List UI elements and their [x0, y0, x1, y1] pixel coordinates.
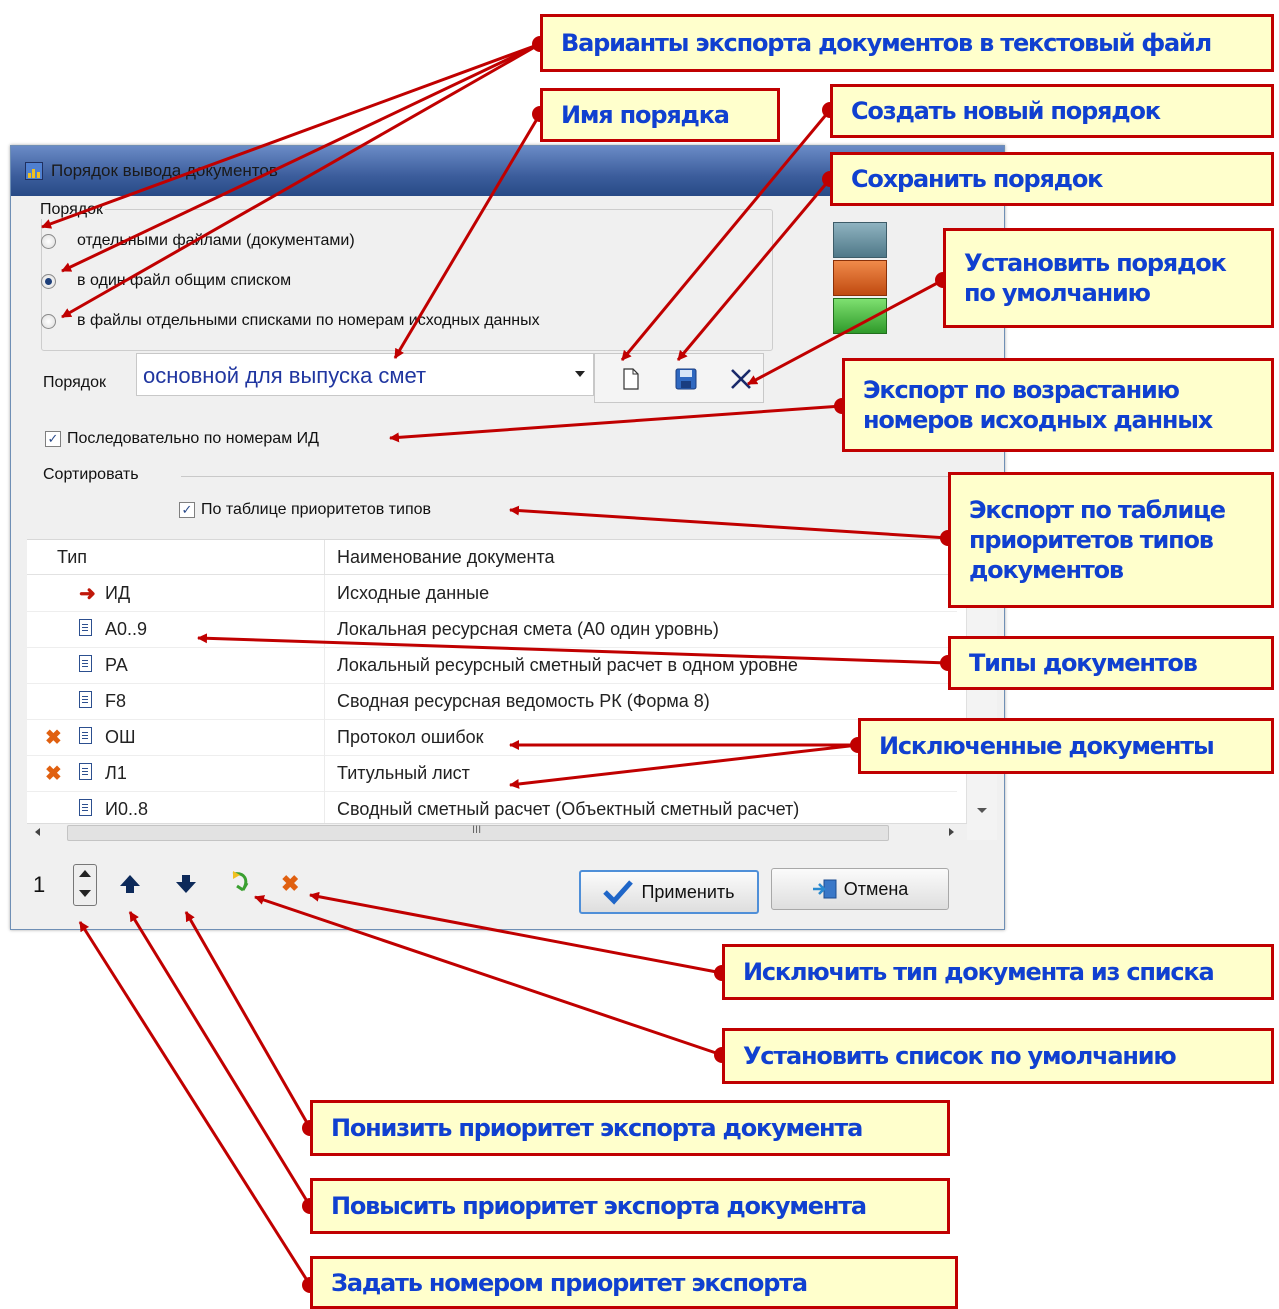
callout-text: Повысить приоритет экспорта документа [331, 1192, 867, 1220]
callout-text: Понизить приоритет экспорта документа [331, 1114, 863, 1142]
callout-export-ascending: Экспорт по возрастанию номеров исходных … [842, 358, 1274, 452]
callout-doc-types: Типы документов [948, 636, 1274, 690]
callout-exclude-type: Исключить тип документа из списка [722, 944, 1274, 1000]
callout-text: номеров исходных данных [863, 406, 1213, 434]
callout-default-order: Установить порядок по умолчанию [943, 228, 1274, 328]
callout-text: Имя порядка [561, 101, 730, 129]
callout-text: Установить порядок [964, 249, 1227, 277]
callout-order-name: Имя порядка [540, 88, 780, 142]
callout-text: Исключить тип документа из списка [743, 958, 1215, 986]
callout-text: Сохранить порядок [851, 165, 1103, 193]
callout-excluded-docs: Исключенные документы [858, 718, 1274, 774]
callout-create-order: Создать новый порядок [830, 84, 1274, 138]
callout-text: Создать новый порядок [851, 97, 1161, 125]
callout-text: Типы документов [969, 649, 1198, 677]
callout-text: Задать номером приоритет экспорта [331, 1268, 808, 1297]
callout-text: Экспорт по таблице [969, 496, 1226, 524]
callout-raise-priority: Повысить приоритет экспорта документа [310, 1178, 950, 1234]
callout-export-priority: Экспорт по таблице приоритетов типов док… [948, 472, 1274, 608]
callout-save-order: Сохранить порядок [830, 152, 1274, 206]
callout-export-variants: Варианты экспорта документов в текстовый… [540, 14, 1274, 72]
callout-text: Экспорт по возрастанию [863, 376, 1180, 404]
callout-text: Исключенные документы [879, 732, 1215, 760]
callout-text: Установить список по умолчанию [743, 1042, 1177, 1070]
callout-text: приоритетов типов [969, 526, 1214, 554]
callout-lower-priority: Понизить приоритет экспорта документа [310, 1100, 950, 1156]
callout-set-priority: Задать номером приоритет экспорта [310, 1256, 958, 1309]
callout-default-list: Установить список по умолчанию [722, 1028, 1274, 1084]
callout-text: документов [969, 556, 1124, 584]
callout-text: Варианты экспорта документов в текстовый… [561, 29, 1212, 57]
callout-text: по умолчанию [964, 279, 1151, 307]
